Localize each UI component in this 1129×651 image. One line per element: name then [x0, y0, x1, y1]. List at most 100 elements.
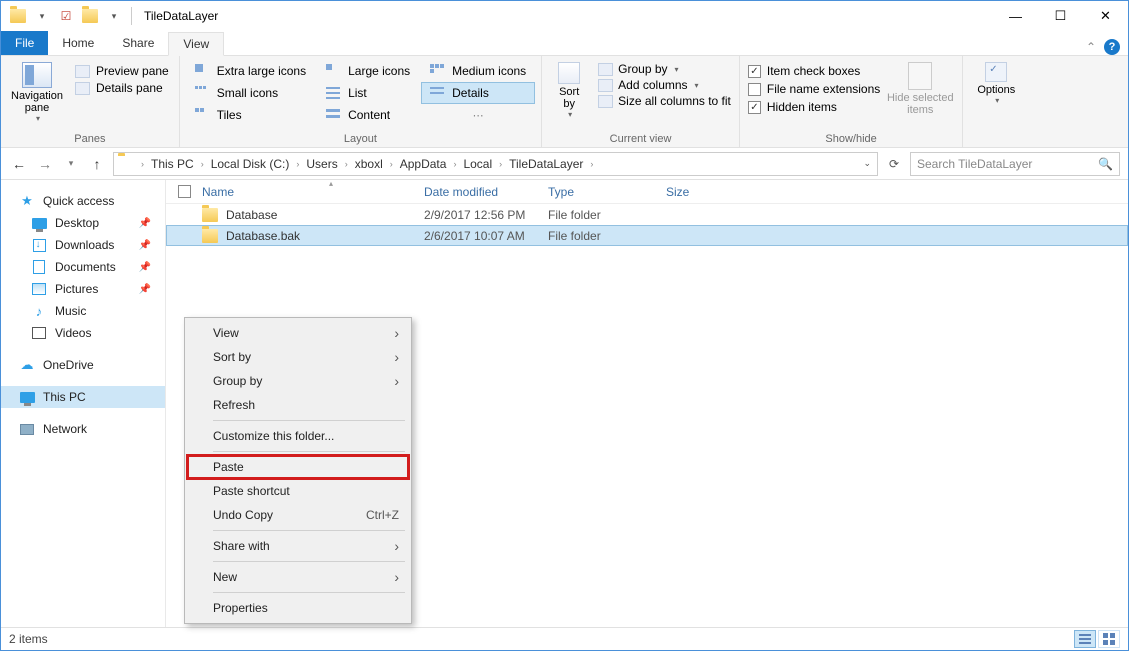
details-view-button[interactable]: [1074, 630, 1096, 648]
forward-button[interactable]: →: [35, 154, 55, 174]
layout-extra-large[interactable]: Extra large icons: [186, 60, 315, 82]
ctx-view[interactable]: View: [187, 321, 409, 345]
layout-more[interactable]: ⋯: [421, 104, 535, 126]
layout-content[interactable]: Content: [317, 104, 419, 126]
ribbon-group-label: Panes: [7, 132, 173, 147]
tree-desktop[interactable]: Desktop📌: [1, 212, 165, 234]
column-check[interactable]: [178, 180, 202, 203]
breadcrumb-seg[interactable]: AppData: [396, 153, 451, 175]
ctx-refresh[interactable]: Refresh: [187, 393, 409, 417]
tree-documents[interactable]: Documents📌: [1, 256, 165, 278]
navigation-pane-button[interactable]: Navigation pane ▾: [7, 58, 67, 123]
sort-by-button[interactable]: Sort by ▾: [548, 58, 590, 119]
back-button[interactable]: ←: [9, 154, 29, 174]
maximize-button[interactable]: ☐: [1038, 2, 1083, 31]
group-by-button[interactable]: Group by▾: [598, 62, 731, 76]
help-icon[interactable]: ?: [1104, 39, 1120, 55]
address-bar-row: ← → ▾ ↑ › This PC› Local Disk (C:)› User…: [1, 148, 1128, 180]
up-button[interactable]: ↑: [87, 154, 107, 174]
window-controls: — ☐ ✕: [993, 2, 1128, 31]
new-folder-icon[interactable]: [79, 5, 101, 27]
titlebar: ▾ ☑ ▾ TileDataLayer — ☐ ✕: [1, 1, 1128, 31]
qat-dropdown[interactable]: ▾: [31, 5, 53, 27]
share-tab[interactable]: Share: [108, 31, 168, 55]
view-tab[interactable]: View: [168, 32, 224, 56]
ctx-undo[interactable]: Undo CopyCtrl+Z: [187, 503, 409, 527]
tree-music[interactable]: ♪Music: [1, 300, 165, 322]
view-mode-buttons: [1074, 630, 1120, 648]
breadcrumb-seg[interactable]: Local Disk (C:): [207, 153, 294, 175]
ctx-paste-shortcut[interactable]: Paste shortcut: [187, 479, 409, 503]
file-extensions-toggle[interactable]: File name extensions: [748, 82, 880, 96]
network-icon: [19, 422, 35, 436]
ctx-new[interactable]: New: [187, 565, 409, 589]
options-button[interactable]: Options ▾: [969, 58, 1023, 105]
thumbnails-view-button[interactable]: [1098, 630, 1120, 648]
file-menu[interactable]: File: [1, 31, 48, 55]
tree-videos[interactable]: Videos: [1, 322, 165, 344]
breadcrumb-seg[interactable]: TileDataLayer: [505, 153, 587, 175]
properties-icon[interactable]: ☑: [55, 5, 77, 27]
ribbon: Navigation pane ▾ Preview pane Details p…: [1, 56, 1128, 148]
tree-onedrive[interactable]: ☁OneDrive: [1, 354, 165, 376]
preview-pane-toggle[interactable]: Preview pane: [75, 64, 169, 78]
layout-list[interactable]: List: [317, 82, 419, 104]
separator: [213, 451, 405, 452]
hide-selected-button[interactable]: Hide selected items: [884, 58, 956, 116]
column-name[interactable]: Name▴: [202, 180, 424, 203]
tree-pictures[interactable]: Pictures📌: [1, 278, 165, 300]
hidden-items-toggle[interactable]: Hidden items: [748, 100, 880, 114]
qat-dropdown-2[interactable]: ▾: [103, 5, 125, 27]
pin-icon: 📌: [139, 262, 151, 273]
layout-details[interactable]: Details: [421, 82, 535, 104]
file-type: File folder: [548, 204, 666, 225]
pin-icon: 📌: [139, 218, 151, 229]
table-row[interactable]: Database.bak 2/6/2017 10:07 AM File fold…: [166, 225, 1128, 246]
breadcrumb-seg[interactable]: Users: [302, 153, 341, 175]
separator: [213, 530, 405, 531]
search-input[interactable]: Search TileDataLayer 🔍: [910, 152, 1120, 176]
tree-quick-access[interactable]: ★Quick access: [1, 190, 165, 212]
pin-icon: 📌: [139, 240, 151, 251]
add-columns-button[interactable]: Add columns▾: [598, 78, 731, 92]
window-title: TileDataLayer: [144, 9, 218, 23]
home-tab[interactable]: Home: [48, 31, 108, 55]
sort-icon: [558, 62, 580, 84]
tree-network[interactable]: Network: [1, 418, 165, 440]
item-checkboxes-toggle[interactable]: Item check boxes: [748, 64, 880, 78]
ctx-paste[interactable]: Paste: [187, 455, 409, 479]
ctx-customize[interactable]: Customize this folder...: [187, 424, 409, 448]
minimize-button[interactable]: —: [993, 2, 1038, 31]
this-pc-icon: [19, 390, 35, 404]
chevron-right-icon[interactable]: ›: [138, 159, 147, 169]
breadcrumb-seg[interactable]: xboxl: [351, 153, 387, 175]
layout-small[interactable]: Small icons: [186, 82, 315, 104]
table-row[interactable]: Database 2/9/2017 12:56 PM File folder: [166, 204, 1128, 225]
file-name: Database.bak: [226, 229, 300, 243]
close-button[interactable]: ✕: [1083, 2, 1128, 31]
column-size[interactable]: Size: [666, 180, 746, 203]
ribbon-group-layout: Extra large icons Large icons Medium ico…: [180, 56, 542, 147]
details-pane-toggle[interactable]: Details pane: [75, 81, 169, 95]
ctx-sort-by[interactable]: Sort by: [187, 345, 409, 369]
breadcrumb[interactable]: › This PC› Local Disk (C:)› Users› xboxl…: [113, 152, 878, 176]
ctx-group-by[interactable]: Group by: [187, 369, 409, 393]
search-icon: 🔍: [1098, 157, 1113, 171]
refresh-button[interactable]: ⟳: [884, 154, 904, 174]
column-type[interactable]: Type: [548, 180, 666, 203]
column-date[interactable]: Date modified: [424, 180, 548, 203]
tree-downloads[interactable]: Downloads📌: [1, 234, 165, 256]
layout-large[interactable]: Large icons: [317, 60, 419, 82]
ctx-properties[interactable]: Properties: [187, 596, 409, 620]
breadcrumb-seg[interactable]: Local: [459, 153, 496, 175]
recent-dropdown[interactable]: ▾: [61, 154, 81, 174]
ribbon-group-panes: Navigation pane ▾ Preview pane Details p…: [1, 56, 180, 147]
ctx-share-with[interactable]: Share with: [187, 534, 409, 558]
tree-this-pc[interactable]: This PC: [1, 386, 165, 408]
layout-medium[interactable]: Medium icons: [421, 60, 535, 82]
history-dropdown[interactable]: ⌄: [863, 158, 871, 169]
layout-tiles[interactable]: Tiles: [186, 104, 315, 126]
minimize-ribbon-icon[interactable]: ⌃: [1086, 40, 1096, 54]
size-columns-button[interactable]: Size all columns to fit: [598, 94, 731, 108]
breadcrumb-seg[interactable]: This PC: [147, 153, 198, 175]
